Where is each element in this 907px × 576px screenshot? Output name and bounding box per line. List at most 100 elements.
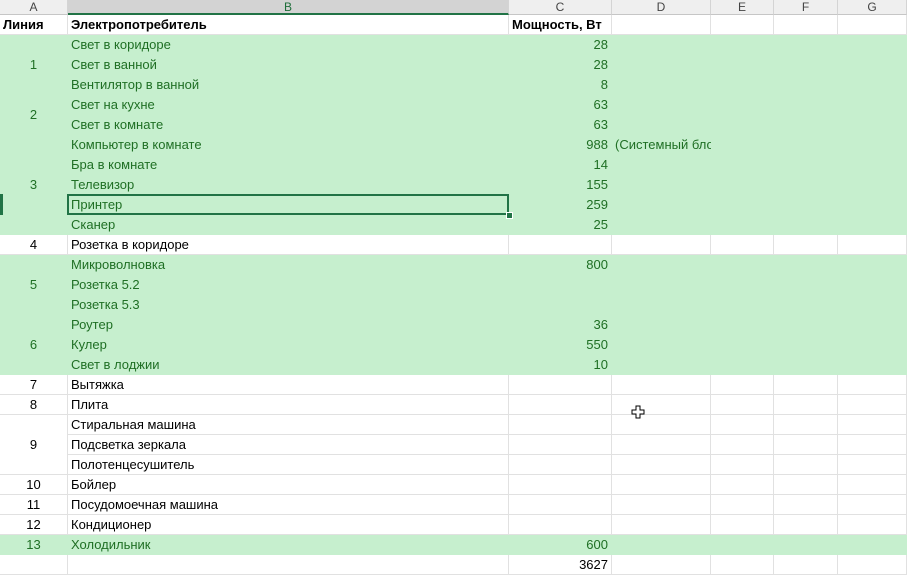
column-header-g[interactable]: G [838, 0, 907, 15]
consumer-cell[interactable]: Вытяжка [68, 375, 509, 395]
empty-cell[interactable] [838, 95, 907, 115]
consumer-cell[interactable]: Кулер [68, 335, 509, 355]
header-cell-line[interactable]: Линия [0, 15, 68, 35]
note-cell[interactable] [612, 315, 711, 335]
empty-cell[interactable] [612, 15, 711, 35]
power-cell[interactable]: 28 [509, 55, 612, 75]
empty-cell[interactable] [838, 175, 907, 195]
consumer-cell[interactable]: Посудомоечная машина [68, 495, 509, 515]
line-number-cell[interactable]: 7 [0, 375, 68, 395]
consumer-cell[interactable]: Подсветка зеркала [68, 435, 509, 455]
empty-cell[interactable] [711, 315, 774, 335]
empty-cell[interactable] [711, 475, 774, 495]
line-number-cell[interactable]: 10 [0, 475, 68, 495]
empty-cell[interactable] [774, 135, 838, 155]
empty-cell[interactable] [774, 435, 838, 455]
note-cell[interactable] [612, 75, 711, 95]
empty-cell[interactable] [838, 295, 907, 315]
line-number-cell[interactable]: 1 [0, 35, 68, 95]
empty-cell[interactable] [838, 435, 907, 455]
empty-cell[interactable] [711, 435, 774, 455]
empty-cell[interactable] [711, 375, 774, 395]
note-cell[interactable] [612, 175, 711, 195]
empty-cell[interactable] [711, 555, 774, 575]
note-cell[interactable] [612, 155, 711, 175]
power-cell[interactable] [509, 275, 612, 295]
note-cell[interactable] [612, 555, 711, 575]
line-number-cell[interactable]: 5 [0, 255, 68, 315]
empty-cell[interactable] [774, 195, 838, 215]
note-cell[interactable] [612, 235, 711, 255]
note-cell[interactable] [612, 95, 711, 115]
empty-cell[interactable] [711, 175, 774, 195]
empty-cell[interactable] [838, 415, 907, 435]
consumer-cell[interactable]: Стиральная машина [68, 415, 509, 435]
power-cell[interactable] [509, 455, 612, 475]
header-cell-power[interactable]: Мощность, Вт [509, 15, 612, 35]
empty-cell[interactable] [711, 515, 774, 535]
empty-cell[interactable] [711, 415, 774, 435]
consumer-cell[interactable]: Розетка 5.3 [68, 295, 509, 315]
empty-cell[interactable] [774, 215, 838, 235]
consumer-cell[interactable]: Плита [68, 395, 509, 415]
note-cell[interactable] [612, 55, 711, 75]
column-header-d[interactable]: D [612, 0, 711, 15]
empty-cell[interactable] [711, 155, 774, 175]
line-number-cell[interactable]: 2 [0, 95, 68, 135]
note-cell[interactable]: (Системный блок + 3 монитора + колонки) [612, 135, 870, 155]
empty-cell[interactable] [711, 75, 774, 95]
empty-cell[interactable] [774, 255, 838, 275]
power-cell[interactable]: 63 [509, 115, 612, 135]
line-number-cell[interactable]: 13 [0, 535, 68, 555]
line-number-cell[interactable]: 6 [0, 315, 68, 375]
note-cell[interactable] [612, 475, 711, 495]
empty-cell[interactable] [838, 475, 907, 495]
empty-cell[interactable] [774, 35, 838, 55]
note-cell[interactable] [612, 335, 711, 355]
note-cell[interactable] [612, 415, 711, 435]
power-cell[interactable]: 550 [509, 335, 612, 355]
consumer-cell[interactable]: Свет в лоджии [68, 355, 509, 375]
empty-cell[interactable] [774, 55, 838, 75]
power-cell[interactable]: 3627 [509, 555, 612, 575]
consumer-cell[interactable]: Принтер [68, 195, 509, 215]
empty-cell[interactable] [774, 415, 838, 435]
empty-cell[interactable] [774, 235, 838, 255]
note-cell[interactable] [612, 435, 711, 455]
power-cell[interactable] [509, 235, 612, 255]
header-cell-consumer[interactable]: Электропотребитель [68, 15, 509, 35]
consumer-cell[interactable]: Телевизор [68, 175, 509, 195]
empty-cell[interactable] [711, 355, 774, 375]
empty-cell[interactable] [838, 135, 907, 155]
empty-cell[interactable] [711, 335, 774, 355]
consumer-cell[interactable] [68, 555, 509, 575]
empty-cell[interactable] [838, 235, 907, 255]
empty-cell[interactable] [774, 15, 838, 35]
empty-cell[interactable] [774, 315, 838, 335]
consumer-cell[interactable]: Кондиционер [68, 515, 509, 535]
empty-cell[interactable] [838, 315, 907, 335]
power-cell[interactable] [509, 415, 612, 435]
power-cell[interactable]: 800 [509, 255, 612, 275]
line-number-cell[interactable]: 4 [0, 235, 68, 255]
empty-cell[interactable] [774, 115, 838, 135]
empty-cell[interactable] [711, 95, 774, 115]
power-cell[interactable]: 988 [509, 135, 612, 155]
empty-cell[interactable] [838, 495, 907, 515]
empty-cell[interactable] [711, 535, 774, 555]
empty-cell[interactable] [774, 155, 838, 175]
empty-cell[interactable] [838, 515, 907, 535]
empty-cell[interactable] [838, 555, 907, 575]
empty-cell[interactable] [838, 335, 907, 355]
consumer-cell[interactable]: Сканер [68, 215, 509, 235]
empty-cell[interactable] [774, 475, 838, 495]
power-cell[interactable] [509, 295, 612, 315]
consumer-cell[interactable]: Компьютер в комнате [68, 135, 509, 155]
empty-cell[interactable] [838, 35, 907, 55]
note-cell[interactable] [612, 35, 711, 55]
note-cell[interactable] [612, 215, 711, 235]
line-number-cell[interactable]: 12 [0, 515, 68, 535]
empty-cell[interactable] [774, 95, 838, 115]
power-cell[interactable] [509, 515, 612, 535]
consumer-cell[interactable]: Бра в комнате [68, 155, 509, 175]
